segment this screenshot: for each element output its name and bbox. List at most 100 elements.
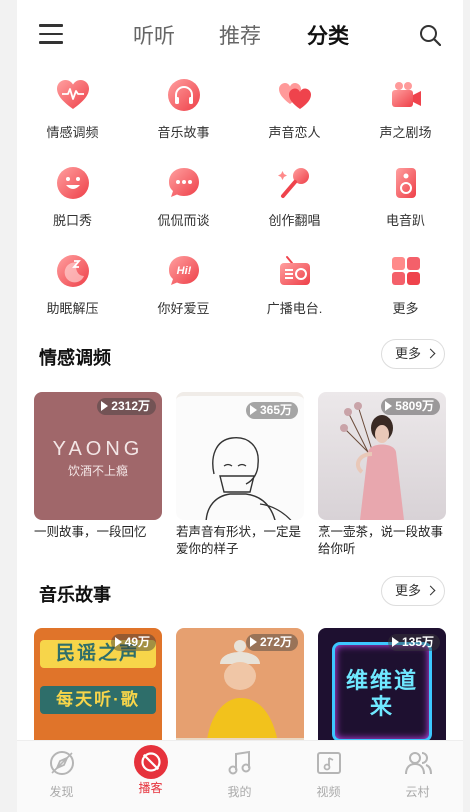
menu-icon[interactable] (39, 24, 63, 46)
hi-bubble-icon: Hi! (168, 256, 199, 285)
category-edm[interactable]: 电音趴 (350, 166, 461, 229)
category-cover-song[interactable]: 创作翻唱 (239, 166, 350, 229)
section-title-music-story: 音乐故事 (39, 585, 111, 605)
play-count-badge: 135万 (387, 634, 440, 651)
nav-label: 发现 (49, 785, 74, 799)
tab-listen[interactable]: 听听 (133, 20, 175, 50)
category-label: 更多 (392, 301, 419, 316)
smiley-icon (56, 167, 89, 199)
tab-recommend[interactable]: 推荐 (219, 20, 261, 50)
play-count: 49万 (124, 635, 150, 649)
grid-more-icon (391, 257, 420, 285)
category-talk-show[interactable]: 脱口秀 (17, 166, 128, 229)
svg-text:Hi!: Hi! (176, 265, 191, 277)
playlist-card[interactable]: 272万 (176, 628, 304, 756)
more-button[interactable]: 更多 (381, 576, 445, 606)
discover-icon (49, 751, 74, 775)
nav-label: 云村 (405, 785, 430, 799)
playlist-card[interactable]: 365万 若声音有形状，一定是爱你的样子 (176, 392, 304, 558)
cover-image: 民谣之声 每天听·歌 49万 (34, 628, 162, 756)
more-label: 更多 (395, 346, 422, 361)
nav-label: 播客 (138, 781, 163, 795)
category-emotion[interactable]: 情感调频 (17, 78, 128, 141)
play-icon (385, 401, 393, 411)
category-label: 助眠解压 (46, 301, 99, 316)
bottom-nav: 发现 播客 我的 视频 云村 (17, 740, 463, 812)
search-icon[interactable] (419, 24, 441, 46)
cover-image: 365万 (176, 392, 304, 520)
play-icon (391, 637, 399, 647)
category-idol[interactable]: Hi! 你好爱豆 (128, 254, 239, 317)
category-voice-lover[interactable]: 声音恋人 (239, 78, 350, 141)
video-camera-icon (391, 82, 421, 107)
category-radio[interactable]: 广播电台. (239, 254, 350, 317)
play-count: 135万 (401, 635, 434, 649)
category-chat[interactable]: 侃侃而谈 (128, 166, 239, 229)
category-label: 声音恋人 (268, 125, 321, 140)
category-label: 情感调频 (46, 125, 99, 140)
cover-image: 维维道来 135万 (318, 628, 446, 756)
play-count: 5809万 (395, 399, 434, 413)
play-icon (249, 637, 257, 647)
more-button[interactable]: 更多 (381, 339, 445, 369)
category-music-story[interactable]: 音乐故事 (128, 78, 239, 141)
playlist-card[interactable]: 5809万 烹一壶茶，说一段故事给你听 (318, 392, 446, 558)
chevron-right-icon (425, 585, 436, 596)
microphone-icon (277, 168, 309, 198)
category-label: 你好爱豆 (157, 301, 210, 316)
nav-label: 视频 (316, 785, 341, 799)
two-hearts-icon (278, 83, 311, 109)
play-count: 365万 (259, 403, 292, 417)
category-label: 创作翻唱 (268, 213, 321, 228)
cover-subtitle: 饮酒不上瘾 (67, 464, 128, 478)
category-label: 电音趴 (385, 213, 425, 228)
nav-discover[interactable]: 发现 (17, 749, 106, 800)
video-icon (316, 752, 341, 774)
headphones-icon (167, 79, 200, 111)
chevron-right-icon (425, 348, 436, 359)
moon-sleep-icon (56, 255, 89, 287)
playlist-card[interactable]: YAONG 饮酒不上瘾 2312万 一则故事，一段回忆 (34, 392, 162, 541)
heart-pulse-icon (56, 80, 89, 109)
chat-bubble-icon (168, 168, 199, 197)
category-label: 广播电台. (266, 301, 323, 316)
play-count-badge: 49万 (110, 634, 156, 651)
category-theater[interactable]: 声之剧场 (350, 78, 461, 141)
category-sleep[interactable]: 助眠解压 (17, 254, 128, 317)
playlist-card[interactable]: 维维道来 135万 (318, 628, 446, 756)
tab-category-label: 分类 (307, 25, 349, 48)
top-bar: 听听 推荐 分类 (17, 0, 463, 70)
nav-podcast[interactable]: 播客 (106, 745, 195, 796)
category-label: 侃侃而谈 (157, 213, 210, 228)
category-label: 声之剧场 (379, 125, 432, 140)
category-more[interactable]: 更多 (350, 254, 461, 317)
cover-image: 272万 (176, 628, 304, 756)
nav-mine[interactable]: 我的 (195, 749, 284, 800)
music-note-icon (228, 750, 250, 775)
podcast-icon (133, 745, 168, 779)
nav-cloud-village[interactable]: 云村 (373, 749, 462, 800)
play-icon (249, 405, 257, 415)
playlist-card[interactable]: 民谣之声 每天听·歌 49万 (34, 628, 162, 756)
people-icon (404, 752, 432, 775)
play-icon (101, 401, 109, 411)
play-count-badge: 2312万 (97, 398, 156, 415)
section-title-emotion: 情感调频 (39, 348, 111, 368)
category-label: 音乐故事 (157, 125, 210, 140)
speaker-icon (395, 168, 416, 198)
tab-category[interactable]: 分类 (307, 20, 349, 50)
app-screen: 听听 推荐 分类 情感调频 音乐故事 声音恋人 声之剧场 脱口秀 侃侃而谈 创作… (17, 0, 463, 812)
cover-subtitle: 每天听·歌 (40, 686, 156, 714)
cover-image: YAONG 饮酒不上瘾 2312万 (34, 392, 162, 520)
card-caption: 一则故事，一段回忆 (34, 525, 147, 539)
card-caption: 烹一壶茶，说一段故事给你听 (318, 525, 444, 556)
play-icon (114, 637, 122, 647)
play-count-badge: 5809万 (381, 398, 440, 415)
play-count: 272万 (259, 635, 292, 649)
more-label: 更多 (395, 583, 422, 598)
nav-label: 我的 (227, 785, 252, 799)
cover-title: YAONG (52, 438, 144, 460)
radio-icon (279, 256, 310, 285)
cover-image: 5809万 (318, 392, 446, 520)
nav-video[interactable]: 视频 (284, 749, 373, 800)
